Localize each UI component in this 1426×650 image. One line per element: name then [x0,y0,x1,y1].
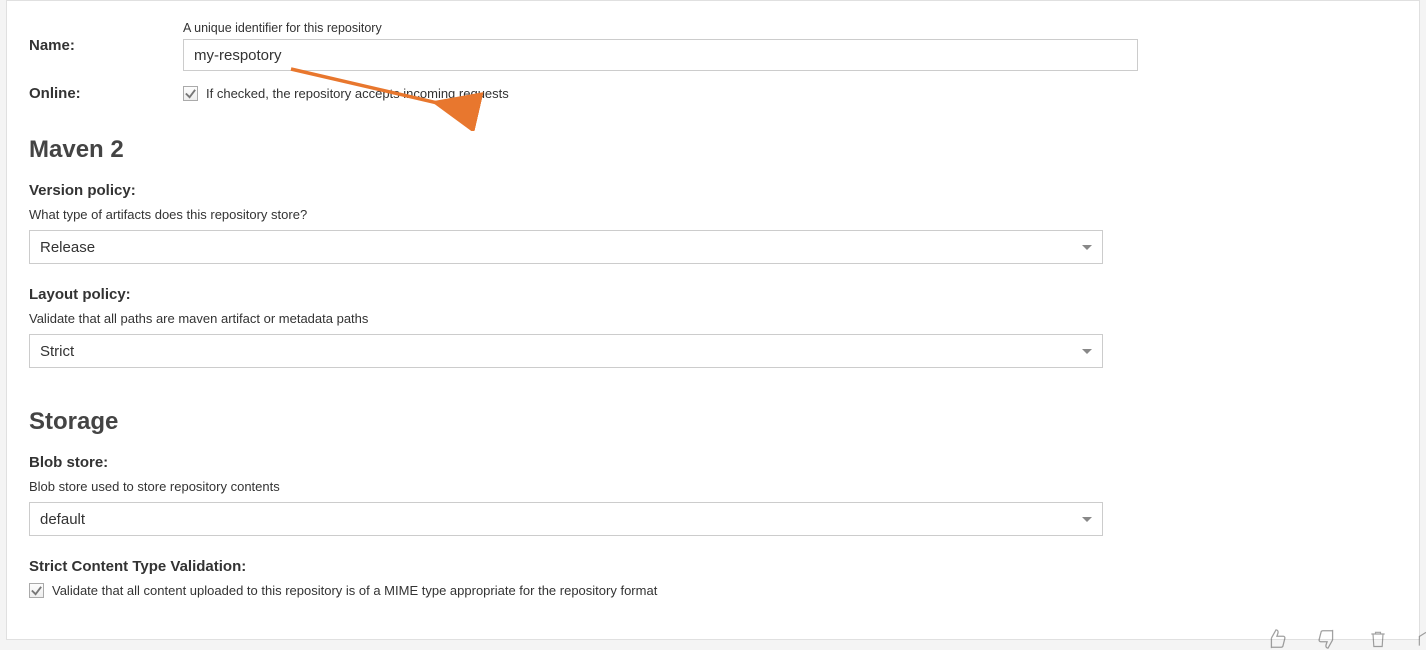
chevron-down-icon [1082,517,1092,522]
thumbs-up-icon[interactable] [1264,628,1288,650]
version-policy-hint: What type of artifacts does this reposit… [29,207,1395,222]
maven-section-title: Maven 2 [29,136,1395,164]
online-label: Online: [29,85,183,102]
version-policy-value: Release [40,239,95,256]
layout-policy-hint: Validate that all paths are maven artifa… [29,311,1395,326]
strict-content-checkbox[interactable] [29,583,44,598]
thumbs-down-icon[interactable] [1316,628,1340,650]
strict-content-label: Strict Content Type Validation: [29,558,1395,575]
chevron-down-icon [1082,349,1092,354]
strict-content-checkbox-label: Validate that all content uploaded to th… [52,583,657,598]
name-input[interactable] [183,39,1138,71]
storage-section-title: Storage [29,408,1395,436]
blob-store-label: Blob store: [29,454,1395,471]
layout-policy-value: Strict [40,343,74,360]
online-checkbox[interactable] [183,86,198,101]
blob-store-hint: Blob store used to store repository cont… [29,479,1395,494]
blob-store-select[interactable]: default [29,502,1103,536]
name-hint: A unique identifier for this repository [183,21,1395,35]
version-policy-select[interactable]: Release [29,230,1103,264]
layout-policy-label: Layout policy: [29,286,1395,303]
online-checkbox-label: If checked, the repository accepts incom… [206,86,509,101]
version-policy-label: Version policy: [29,182,1395,199]
share-icon[interactable] [1416,628,1426,650]
name-label: Name: [29,21,183,71]
blob-store-value: default [40,511,85,528]
trash-icon[interactable] [1368,628,1388,650]
layout-policy-select[interactable]: Strict [29,334,1103,368]
chevron-down-icon [1082,245,1092,250]
